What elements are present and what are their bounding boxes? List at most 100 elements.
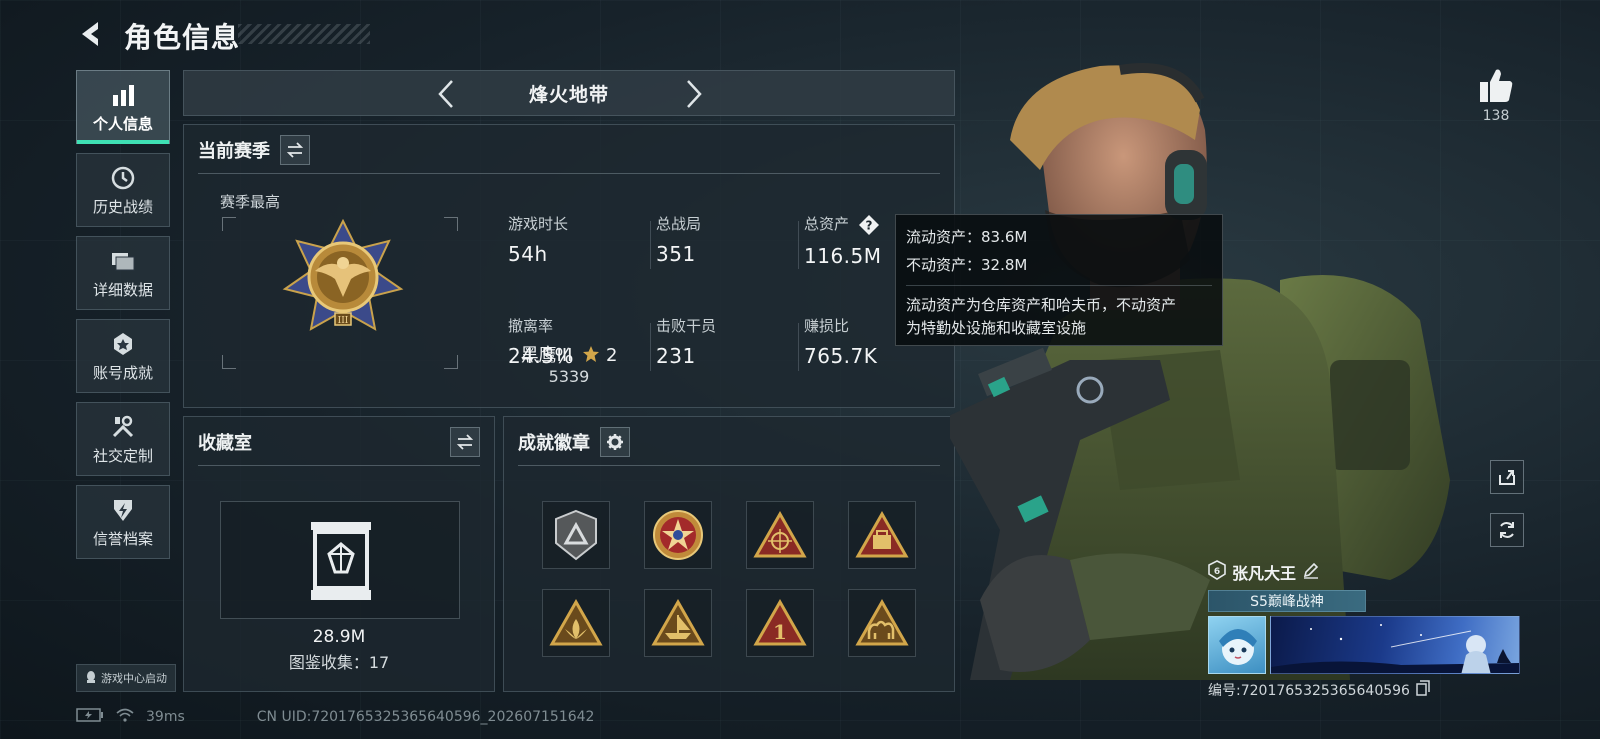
qq-icon <box>85 670 97 687</box>
collection-showcase[interactable] <box>220 501 460 619</box>
game-center-launch-badge[interactable]: 游戏中心启动 <box>76 664 176 692</box>
collection-switch-button[interactable] <box>450 427 480 457</box>
sidebar-item-history[interactable]: 历史战绩 <box>76 153 170 227</box>
swap-icon <box>286 142 304 158</box>
divider <box>198 173 940 174</box>
badges-panel-header: 成就徽章 <box>518 427 630 457</box>
player-title-badge: S5巅峰战神 <box>1208 590 1366 612</box>
tooltip-description-line1: 流动资产为仓库资产和哈夫币，不动资产 <box>906 296 1177 314</box>
uid-text: CN UID:7201765325365640596_202607151642 <box>256 709 595 725</box>
stat-value: 54h <box>508 242 548 266</box>
ship-triangle-badge-icon[interactable] <box>644 589 712 657</box>
stat-value: 765.7K <box>804 344 878 368</box>
stat-label: 游戏时长 <box>508 215 569 233</box>
sidebar-item-details[interactable]: 详细数据 <box>76 236 170 310</box>
thumbs-up-icon[interactable] <box>1476 66 1516 106</box>
collection-value: 28.9M <box>312 627 366 647</box>
season-switch-button[interactable] <box>280 135 310 165</box>
sidebar-item-reputation[interactable]: 信誉档案 <box>76 485 170 559</box>
scope-triangle-badge-icon[interactable] <box>746 501 814 569</box>
collection-panel-header: 收藏室 <box>198 427 480 457</box>
achievement-icon <box>109 330 137 358</box>
badges-panel: 成就徽章 1 <box>503 416 955 692</box>
page-title: 角色信息 <box>124 21 241 54</box>
shield-icon <box>109 496 137 524</box>
edit-pencil-icon[interactable] <box>1302 561 1320 583</box>
sidebar-item-label: 详细数据 <box>92 280 153 299</box>
rank-score: 5339 <box>548 367 590 386</box>
status-bar: 39ms CN UID:7201765325365640596_20260715… <box>76 706 594 728</box>
refresh-button[interactable] <box>1490 513 1524 547</box>
player-id-row: 编号:7201765325365640596 <box>1208 680 1528 700</box>
stat-label: 击败干员 <box>656 317 717 335</box>
corner-mark <box>444 217 458 231</box>
asset-tooltip: 流动资产：83.6M 不动资产：32.8M 流动资产为仓库资产和哈夫币，不动资产… <box>895 214 1223 346</box>
season-panel: 当前赛季 赛季最高 III 黑鹰III 2 5339 游戏时长 54h 总战局 … <box>183 124 955 408</box>
sidebar-item-personal-info[interactable]: 个人信息 <box>76 70 170 144</box>
share-button[interactable] <box>1490 460 1524 494</box>
display-case-icon <box>309 520 373 606</box>
launch-badge-label: 游戏中心启动 <box>101 672 167 685</box>
history-clock-icon <box>109 164 137 192</box>
stat-operators-defeated: 击败干员 231 <box>656 315 796 368</box>
refresh-icon <box>1500 522 1514 538</box>
lotus-triangle-badge-icon[interactable] <box>542 589 610 657</box>
divider <box>650 221 651 269</box>
divider <box>650 323 651 371</box>
player-banner-row <box>1208 616 1528 674</box>
svg-text:6: 6 <box>1214 567 1220 577</box>
svg-text:?: ? <box>865 218 872 232</box>
tooltip-liquid-assets: 流动资产：83.6M <box>906 228 1028 246</box>
divider <box>198 465 480 466</box>
folder-icon <box>109 247 137 275</box>
svg-text:III: III <box>338 316 349 326</box>
stat-value: 351 <box>656 242 696 266</box>
season-best-label: 赛季最高 <box>220 193 281 211</box>
tooltip-description-line2: 为特勤处设施和收藏室设施 <box>906 319 1087 337</box>
sidebar-item-label: 历史战绩 <box>92 197 153 216</box>
copy-icon[interactable] <box>1416 680 1430 700</box>
season-title: 当前赛季 <box>198 141 270 162</box>
back-arrow-icon[interactable] <box>76 18 108 50</box>
bar-chart-icon <box>109 81 137 109</box>
share-icon <box>1499 470 1515 485</box>
player-card: 6 张凡大王 S5巅峰战神 编号:7201765325365640596 <box>1208 560 1528 700</box>
player-name: 张凡大王 <box>1232 564 1297 583</box>
mode-switcher: 烽火地带 <box>183 70 955 116</box>
player-name-row: 6 张凡大王 <box>1208 560 1528 584</box>
corner-mark <box>222 217 236 231</box>
sidebar-item-label: 账号成就 <box>92 363 153 382</box>
avatar[interactable] <box>1208 616 1266 674</box>
level-badge-icon: 6 <box>1208 560 1226 584</box>
swap-icon <box>456 434 474 450</box>
red-star-badge-icon[interactable] <box>644 501 712 569</box>
stat-label-text: 总资产 <box>804 215 850 233</box>
badges-settings-button[interactable] <box>600 427 630 457</box>
silver-chevron-badge-icon[interactable] <box>542 501 610 569</box>
collection-panel: 收藏室 28.9M 图鉴收集：17 <box>183 416 495 692</box>
divider <box>798 323 799 371</box>
number-one-badge-icon[interactable]: 1 <box>746 589 814 657</box>
stat-value: 231 <box>656 344 696 368</box>
mode-prev-icon[interactable] <box>432 78 462 110</box>
sidebar-item-social[interactable]: 社交定制 <box>76 402 170 476</box>
name-card-banner[interactable] <box>1270 616 1520 674</box>
sidebar-item-achievements[interactable]: 账号成就 <box>76 319 170 393</box>
wifi-icon <box>116 708 134 726</box>
divider <box>798 221 799 269</box>
mode-next-icon[interactable] <box>678 78 708 110</box>
sidebar-item-label: 信誉档案 <box>92 529 153 548</box>
stat-total-matches: 总战局 351 <box>656 213 796 266</box>
player-title: S5巅峰战神 <box>1250 594 1324 610</box>
gold-bag-badge-icon[interactable] <box>848 501 916 569</box>
stat-label: 撤离率 <box>508 317 554 335</box>
question-icon[interactable]: ? <box>858 214 880 236</box>
tools-icon <box>109 413 137 441</box>
badges-title: 成就徽章 <box>518 433 590 454</box>
stat-value: 24.5% <box>508 344 575 368</box>
tooltip-fixed-assets: 不动资产：32.8M <box>906 256 1028 274</box>
camel-triangle-badge-icon[interactable] <box>848 589 916 657</box>
collection-count: 图鉴收集：17 <box>288 653 390 672</box>
player-id: 编号:7201765325365640596 <box>1208 683 1410 699</box>
like-count: 138 <box>1482 108 1510 124</box>
